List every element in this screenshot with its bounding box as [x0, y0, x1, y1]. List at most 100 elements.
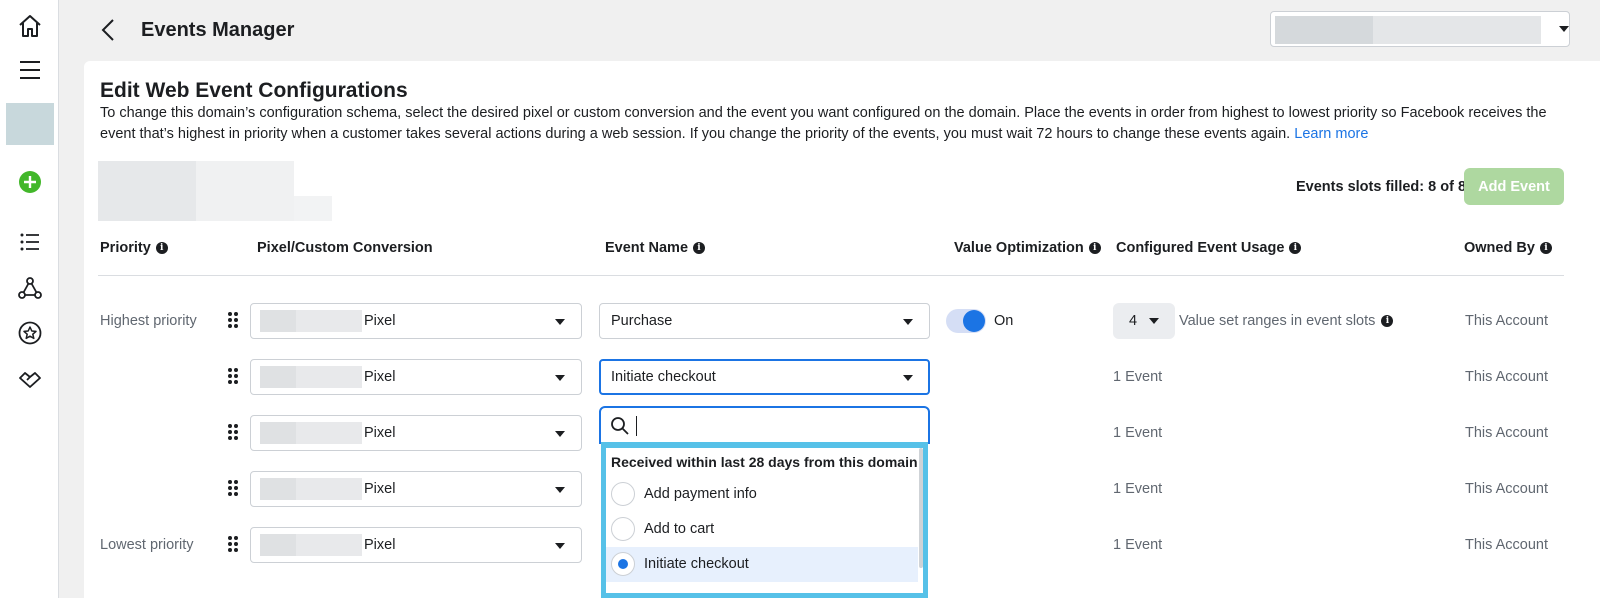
- home-icon[interactable]: [0, 6, 59, 46]
- option-label: Add to cart: [644, 521, 715, 537]
- col-value-optimization: Value Optimization i: [954, 240, 1101, 256]
- account-selector[interactable]: [1270, 11, 1570, 47]
- page-title: Events Manager: [141, 19, 295, 41]
- col-priority: Priority i: [100, 240, 168, 256]
- col-owned-label: Owned By: [1464, 240, 1535, 256]
- chevron-down-icon: [555, 543, 565, 549]
- drag-handle-icon[interactable]: [228, 536, 238, 554]
- graph-icon[interactable]: [0, 268, 59, 308]
- options-heading: Received within last 28 days from this d…: [611, 454, 918, 470]
- pixel-select-value: Pixel: [364, 313, 396, 329]
- popover-scrollbar[interactable]: [919, 448, 923, 568]
- domain-placeholder: [98, 161, 294, 221]
- info-icon[interactable]: i: [1539, 242, 1552, 254]
- col-event-name: Event Name i: [605, 240, 706, 256]
- info-icon[interactable]: i: [693, 242, 706, 254]
- owned-by-value: This Account: [1465, 537, 1549, 553]
- info-icon[interactable]: i: [1088, 242, 1101, 254]
- account-placeholder: [1373, 16, 1541, 44]
- pixel-select[interactable]: Pixel: [250, 415, 582, 451]
- chevron-down-icon: [1559, 26, 1569, 32]
- back-button[interactable]: [96, 14, 120, 46]
- event-select[interactable]: Purchase: [599, 303, 930, 339]
- col-priority-label: Priority: [100, 240, 151, 256]
- pixel-select-value: Pixel: [364, 425, 396, 441]
- option-initiate-checkout[interactable]: Initiate checkout: [606, 547, 918, 582]
- chevron-down-icon: [555, 375, 565, 381]
- chevron-down-icon: [903, 375, 913, 381]
- web-event-config-card: Edit Web Event Configurations To change …: [84, 61, 1600, 598]
- chevron-down-icon: [555, 319, 565, 325]
- radio-button[interactable]: [611, 482, 635, 506]
- star-icon[interactable]: [0, 313, 59, 353]
- event-search-input[interactable]: [599, 406, 930, 444]
- drag-handle-icon[interactable]: [228, 312, 238, 330]
- event-row: Pixel Initiate checkout 1 Event This Acc…: [84, 357, 1600, 397]
- drag-handle-icon[interactable]: [228, 368, 238, 386]
- event-select-value: Initiate checkout: [611, 369, 716, 385]
- pixel-select[interactable]: Pixel: [250, 303, 582, 339]
- usage-text: 1 Event: [1113, 537, 1163, 553]
- add-event-button[interactable]: Add Event: [1464, 168, 1564, 205]
- col-pixel-label: Pixel/Custom Conversion: [257, 240, 433, 256]
- pixel-select-value: Pixel: [364, 537, 396, 553]
- pixel-select[interactable]: Pixel: [250, 527, 582, 563]
- event-select-value: Purchase: [611, 313, 673, 329]
- chevron-down-icon: [903, 319, 913, 325]
- chevron-down-icon: [1149, 318, 1159, 324]
- learn-more-link[interactable]: Learn more: [1294, 126, 1368, 142]
- usage-text: 1 Event: [1113, 369, 1163, 385]
- event-options-popover: Received within last 28 days from this d…: [601, 442, 928, 598]
- text-cursor: [636, 416, 637, 436]
- info-icon[interactable]: i: [155, 242, 168, 254]
- col-configured-usage: Configured Event Usage i: [1116, 240, 1302, 256]
- event-slots-count: Events slots filled: 8 of 8: [1296, 179, 1467, 195]
- card-description: To change this domain’s configuration sc…: [100, 103, 1568, 145]
- drag-handle-icon[interactable]: [228, 424, 238, 442]
- usage-count-select[interactable]: 4: [1113, 303, 1175, 339]
- left-nav-rail: [0, 0, 59, 598]
- col-value-opt-label: Value Optimization: [954, 240, 1084, 256]
- add-icon[interactable]: [0, 162, 59, 202]
- owned-by-value: This Account: [1465, 481, 1549, 497]
- toggle-label: On: [994, 313, 1014, 329]
- col-event-name-label: Event Name: [605, 240, 689, 256]
- info-icon[interactable]: i: [1381, 315, 1394, 327]
- radio-button[interactable]: [611, 517, 635, 541]
- card-title: Edit Web Event Configurations: [100, 79, 408, 102]
- owned-by-value: This Account: [1465, 425, 1549, 441]
- search-icon: [611, 417, 629, 435]
- priority-label: Highest priority: [100, 313, 197, 329]
- drag-handle-icon[interactable]: [228, 480, 238, 498]
- option-add-payment-info[interactable]: Add payment info: [606, 477, 918, 512]
- domain-placeholder: [294, 196, 332, 221]
- event-row: Highest priority Pixel Purchase On 4 Val…: [84, 301, 1600, 341]
- chevron-down-icon: [555, 431, 565, 437]
- pixel-select-value: Pixel: [364, 369, 396, 385]
- option-add-to-cart[interactable]: Add to cart: [606, 512, 918, 547]
- list-icon[interactable]: [0, 222, 59, 262]
- chevron-left-icon: [101, 19, 114, 41]
- usage-description: Value set ranges in event slots i: [1179, 313, 1394, 329]
- info-icon[interactable]: i: [1289, 242, 1302, 254]
- account-avatar[interactable]: [6, 103, 54, 145]
- usage-text: 1 Event: [1113, 481, 1163, 497]
- option-label: Initiate checkout: [644, 556, 749, 572]
- pixel-select[interactable]: Pixel: [250, 471, 582, 507]
- col-usage-label: Configured Event Usage: [1116, 240, 1285, 256]
- pixel-select-value: Pixel: [364, 481, 396, 497]
- menu-icon[interactable]: [0, 50, 59, 90]
- pixel-select[interactable]: Pixel: [250, 359, 582, 395]
- value-optimization-toggle[interactable]: [946, 309, 986, 333]
- partner-icon[interactable]: [0, 359, 59, 399]
- radio-button-selected[interactable]: [611, 552, 635, 576]
- event-select[interactable]: Initiate checkout: [599, 359, 930, 395]
- header-divider: [98, 275, 1564, 276]
- col-pixel: Pixel/Custom Conversion: [257, 240, 433, 256]
- account-placeholder: [1275, 16, 1373, 44]
- owned-by-value: This Account: [1465, 313, 1549, 329]
- chevron-down-icon: [555, 487, 565, 493]
- col-owned-by: Owned By i: [1464, 240, 1552, 256]
- owned-by-value: This Account: [1465, 369, 1549, 385]
- option-label: Add payment info: [644, 486, 757, 502]
